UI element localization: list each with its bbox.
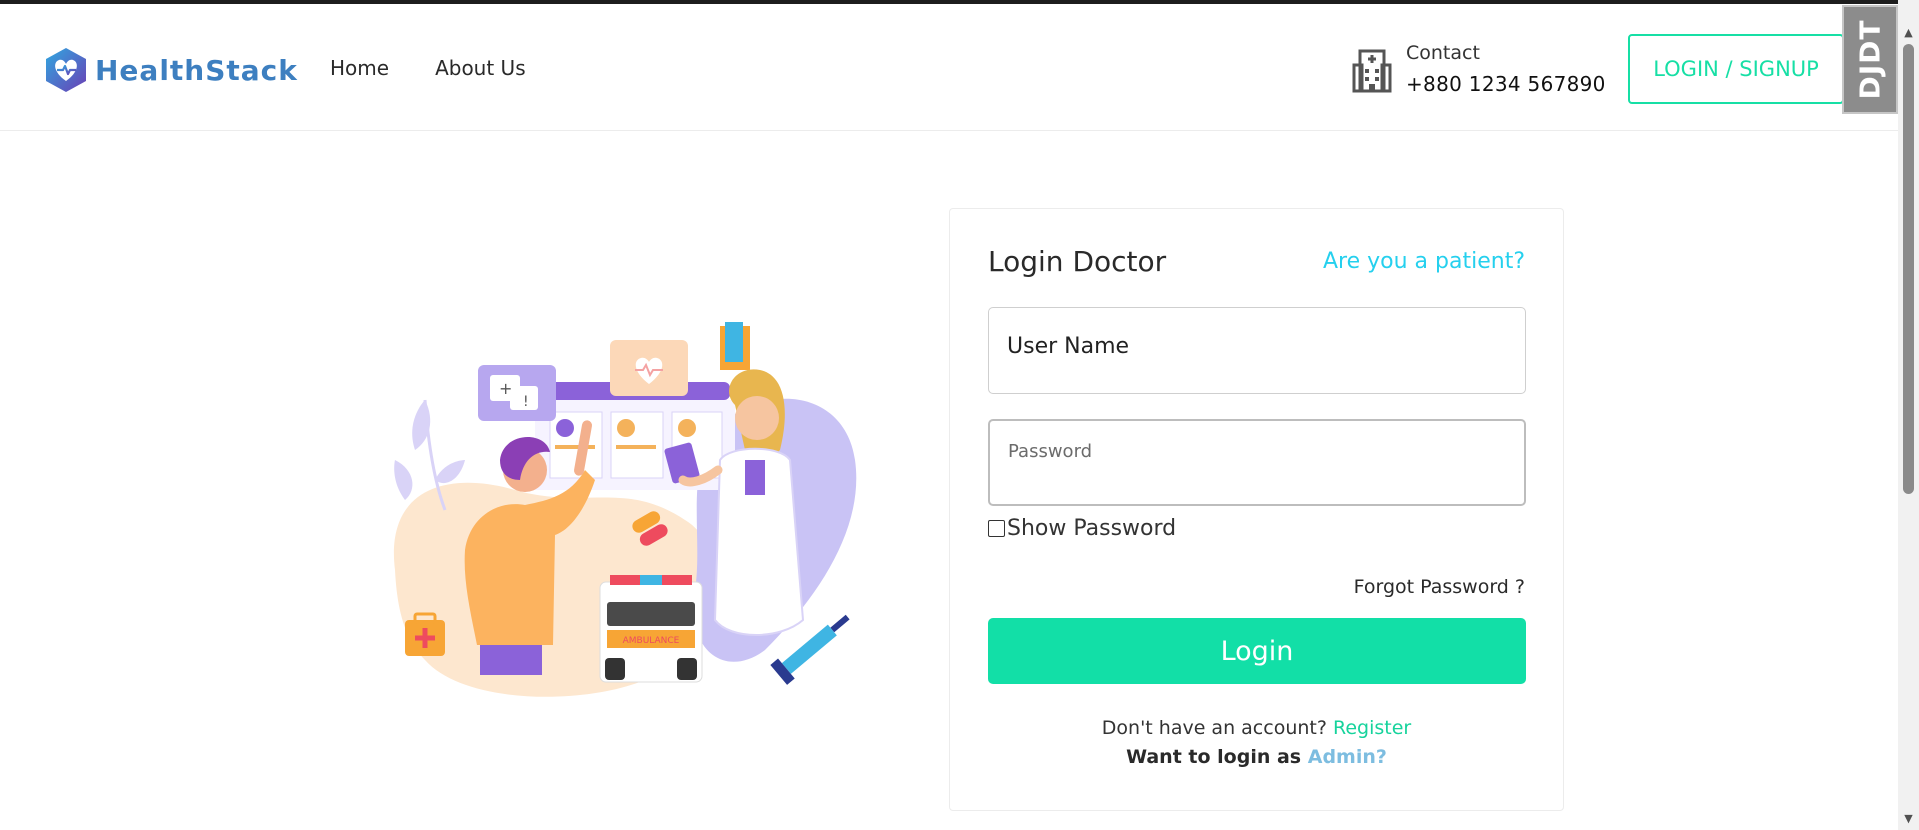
show-password-toggle[interactable]: Show Password [988,516,1176,541]
scroll-up-arrow-icon[interactable]: ▲ [1898,22,1919,42]
nav-home[interactable]: Home [330,56,389,80]
login-button[interactable]: Login [988,618,1526,684]
leaf-icon [394,460,413,500]
site-header: HealthStack Home About Us Contact +880 1… [0,4,1898,131]
hospital-building-icon [1352,49,1392,93]
doctor-patient-illustration: + ! AMBULANCE [393,322,857,697]
admin-prefix-text: Want to login as [1126,746,1302,768]
show-password-label: Show Password [1007,516,1177,541]
ambulance-icon: AMBULANCE [599,575,703,683]
patient-login-link[interactable]: Are you a patient? [1323,249,1525,274]
svg-text:!: ! [523,394,529,410]
heart-hexagon-icon [46,48,86,92]
scroll-down-arrow-icon[interactable]: ▼ [1898,808,1919,828]
leaf-icon [435,460,465,484]
contact-text: Contact +880 1234 567890 [1406,42,1606,96]
admin-prompt: Want to login as Admin? [950,746,1563,768]
nav-about-us[interactable]: About Us [435,56,526,80]
contact-phone: +880 1234 567890 [1406,72,1606,96]
svg-text:+: + [499,379,512,398]
admin-login-link[interactable]: Admin? [1308,746,1387,768]
login-card: Login Doctor Are you a patient? User Nam… [949,208,1564,811]
login-signup-button[interactable]: LOGIN / SIGNUP [1628,34,1844,104]
vertical-scrollbar[interactable]: ▲ ▼ [1898,0,1919,830]
contact-info: Contact +880 1234 567890 [1352,42,1606,96]
no-account-text: Don't have an account? [1101,717,1327,739]
first-aid-kit-icon [405,612,445,656]
brand-name: HealthStack [95,53,298,87]
forgot-password-link[interactable]: Forgot Password ? [1354,576,1525,598]
password-input[interactable]: Password [988,419,1526,506]
ambulance-text: AMBULANCE [623,636,680,646]
debug-toolbar-toggle[interactable]: DJDT [1842,5,1898,114]
login-title: Login Doctor [988,245,1167,278]
username-input[interactable]: User Name [988,307,1526,394]
main-nav: Home About Us [330,56,526,80]
debug-toolbar-label: DJDT [1853,19,1887,100]
show-password-checkbox[interactable] [988,520,1005,537]
scroll-thumb[interactable] [1903,44,1914,494]
register-prompt: Don't have an account? Register [950,717,1563,739]
register-link[interactable]: Register [1333,717,1411,739]
brand-logo[interactable]: HealthStack [43,46,298,94]
contact-label: Contact [1406,42,1480,64]
